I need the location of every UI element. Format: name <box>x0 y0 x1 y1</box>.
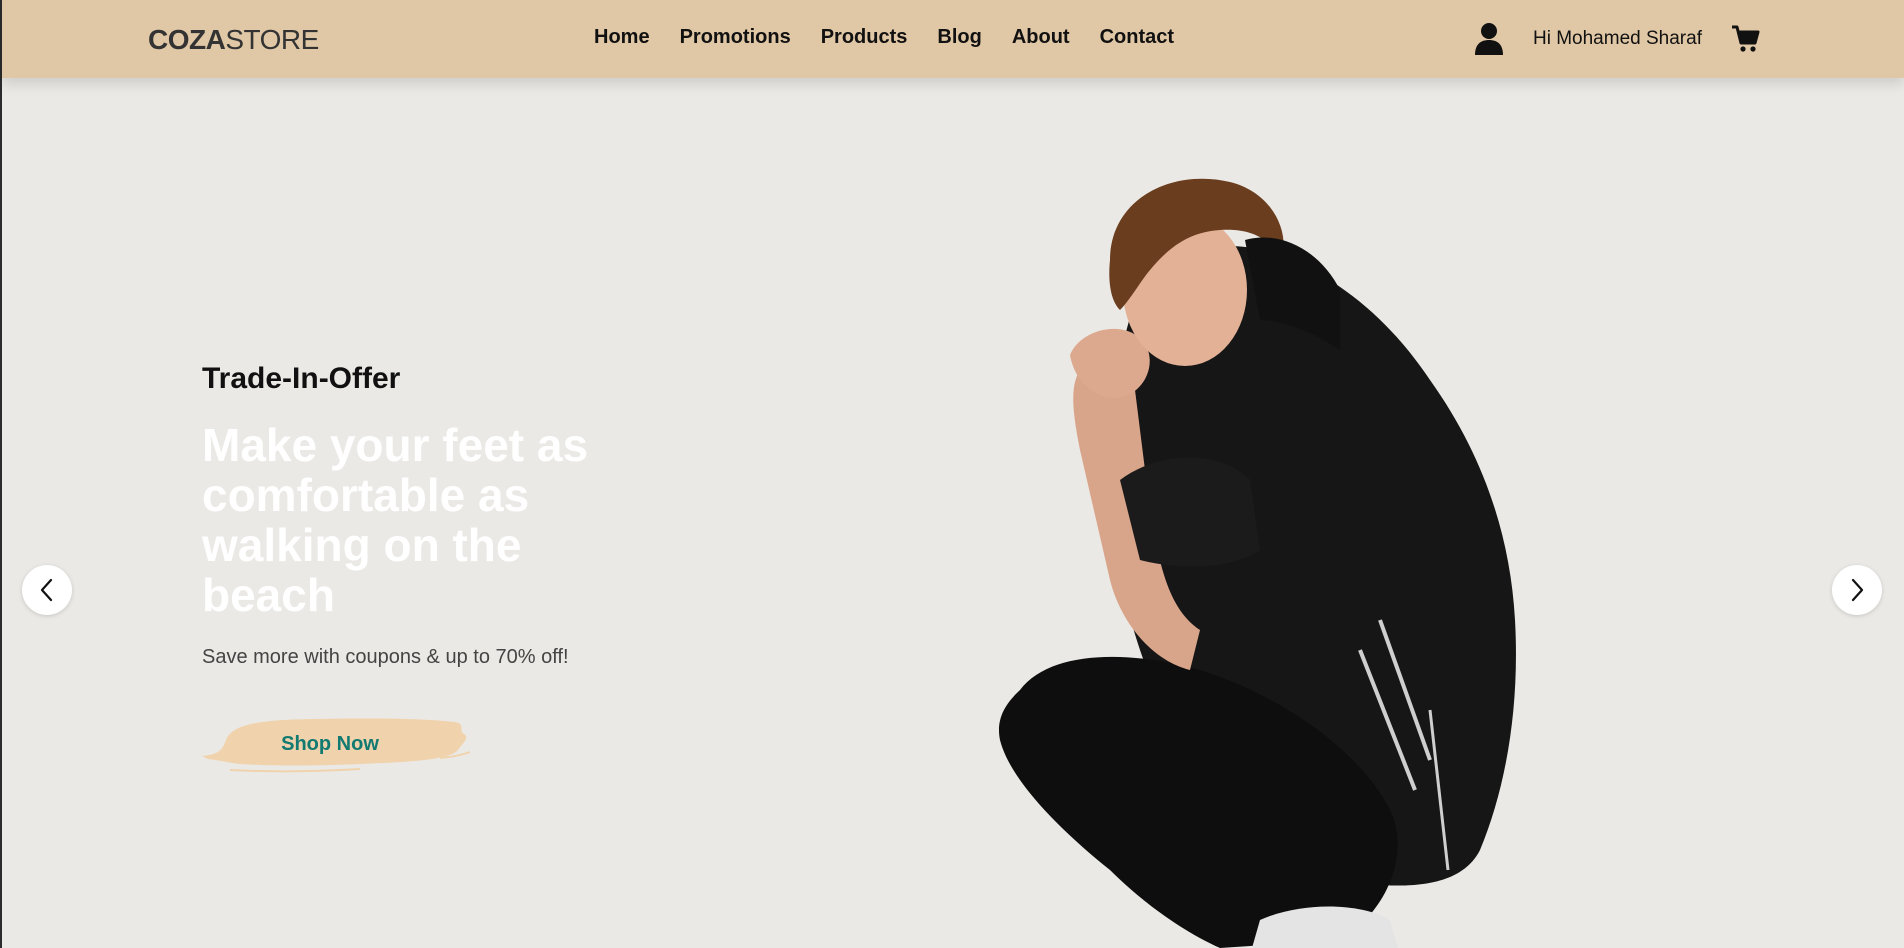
nav-contact[interactable]: Contact <box>1100 26 1174 49</box>
shop-now-button[interactable]: Shop Now <box>200 710 472 778</box>
shop-now-label: Shop Now <box>281 732 379 755</box>
carousel-prev-button[interactable] <box>22 565 72 615</box>
nav-products[interactable]: Products <box>821 26 908 49</box>
user-greeting: Hi Mohamed Sharaf <box>1533 28 1702 49</box>
chevron-right-icon <box>1851 578 1864 602</box>
page: COZASTORE Home Promotions Products Blog … <box>0 0 1904 948</box>
hero-model-image <box>998 178 1516 948</box>
logo[interactable]: COZASTORE <box>148 24 319 56</box>
site-header: COZASTORE Home Promotions Products Blog … <box>2 0 1904 78</box>
nav-promotions[interactable]: Promotions <box>680 26 791 49</box>
cart-icon[interactable] <box>1731 24 1761 54</box>
window-edge <box>0 0 2 948</box>
hero-eyebrow: Trade-In-Offer <box>202 362 401 395</box>
nav-about[interactable]: About <box>1012 26 1070 49</box>
hero-subtitle: Save more with coupons & up to 70% off! <box>202 646 569 668</box>
logo-bold-text: COZA <box>148 24 226 55</box>
nav-blog[interactable]: Blog <box>937 26 981 49</box>
hero-title: Make your feet as comfortable as walking… <box>202 419 589 621</box>
logo-light-text: STORE <box>225 24 319 55</box>
carousel-next-button[interactable] <box>1832 565 1882 615</box>
chevron-left-icon <box>40 578 53 602</box>
main-nav: Home Promotions Products Blog About Cont… <box>594 26 1204 49</box>
user-icon[interactable] <box>1474 22 1504 56</box>
nav-home[interactable]: Home <box>594 26 650 49</box>
